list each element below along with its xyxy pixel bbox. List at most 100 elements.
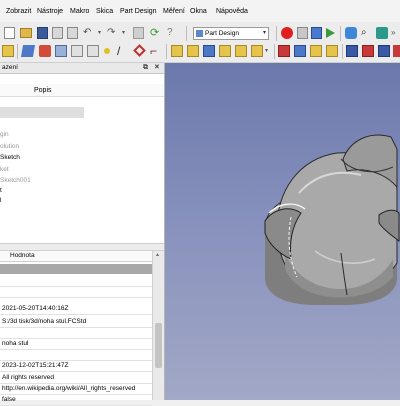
property-row-created-date[interactable]: 2021-05-20T14:40:16Z — [0, 303, 152, 315]
tree-item-sketch[interactable]: Sketch — [0, 154, 20, 162]
mirrored-icon[interactable] — [346, 45, 358, 57]
cut-icon[interactable] — [67, 27, 78, 39]
revolution-icon[interactable] — [187, 45, 199, 57]
tree-item-t[interactable]: t — [0, 187, 2, 195]
menu-napoveda[interactable]: Nápověda — [216, 7, 248, 16]
menu-nastroje[interactable]: Nástroje — [37, 7, 63, 16]
save-icon[interactable] — [37, 27, 48, 39]
tree-selected-row[interactable] — [0, 107, 84, 118]
menu-part-design[interactable]: Part Design — [120, 7, 157, 16]
toolbar-separator — [276, 26, 277, 41]
chevron-down-icon: ▾ — [262, 30, 266, 36]
pad-icon[interactable] — [171, 45, 183, 57]
validate-sketch-icon[interactable] — [55, 45, 67, 57]
local-coordinate-system-icon[interactable]: ⌐ — [150, 45, 162, 57]
menu-makro[interactable]: Makro — [70, 7, 89, 16]
undock-icon[interactable]: ⧉ — [143, 64, 148, 72]
new-document-icon[interactable] — [4, 27, 15, 39]
whats-this-icon[interactable]: ? — [167, 27, 179, 39]
datum-point-icon[interactable] — [104, 48, 110, 54]
toolbar-separator — [186, 26, 187, 41]
menu-skica[interactable]: Skica — [96, 7, 113, 16]
cut-tool-icon[interactable] — [133, 27, 144, 39]
tree-item-sketch001[interactable]: Sketch001 — [0, 177, 31, 185]
combo-view-panel: azení ⧉ ✕ Popis gin olution Sketch ket S… — [0, 63, 165, 406]
menu-mereni[interactable]: Měření — [163, 7, 185, 16]
macros-icon[interactable] — [297, 27, 308, 39]
menu-okna[interactable]: Okna — [190, 7, 207, 16]
shape-binder-icon[interactable] — [71, 45, 83, 57]
hodnota-header-label: Hodnota — [10, 252, 35, 259]
property-value: 2021-05-20T14:40:16Z — [2, 305, 69, 312]
panel-title: azení — [2, 64, 18, 71]
linear-pattern-icon[interactable] — [362, 45, 374, 57]
panel-splitter[interactable] — [0, 243, 164, 251]
hole-icon[interactable] — [294, 45, 306, 57]
tree-item-l[interactable]: l — [0, 197, 1, 205]
toolbar-separator — [166, 44, 167, 59]
property-value: 2023-12-02T15:21:47Z — [2, 362, 69, 369]
undo-icon[interactable]: ↶ — [83, 27, 95, 39]
property-group-row[interactable] — [0, 264, 152, 274]
redo-icon[interactable]: ↷ — [107, 27, 119, 39]
toolbar-separator — [342, 44, 343, 59]
subshape-binder-icon[interactable] — [87, 45, 99, 57]
open-folder-icon[interactable] — [20, 28, 32, 38]
3d-viewport[interactable] — [165, 63, 400, 400]
additive-helix-icon[interactable] — [235, 45, 247, 57]
panel-title-bar: azení ⧉ ✕ — [0, 63, 164, 74]
scrollbar-thumb[interactable] — [155, 323, 162, 368]
workbench-selector[interactable]: Part Design ▾ — [193, 27, 269, 40]
property-row[interactable] — [0, 286, 152, 298]
additive-primitive-dropdown-icon[interactable]: ▾ — [265, 45, 271, 57]
toolbar-area: ↶ ▾ ↷ ▾ ⟳ ? Part Design ▾ ⌕ » / ⌐ ▾ — [0, 22, 400, 63]
redo-dropdown-icon[interactable]: ▾ — [122, 27, 128, 39]
groove-icon[interactable] — [310, 45, 322, 57]
tree-column-header: Popis — [0, 84, 164, 97]
additive-loft-icon[interactable] — [203, 45, 215, 57]
sketch-icon[interactable] — [39, 45, 51, 57]
part-design-icon — [196, 30, 203, 37]
additive-primitive-icon[interactable] — [251, 45, 263, 57]
close-icon[interactable]: ✕ — [154, 64, 160, 72]
polar-pattern-icon[interactable] — [378, 45, 390, 57]
macro-play-icon[interactable] — [326, 28, 335, 38]
property-value: http://en.wikipedia.org/wiki/All_rights_… — [2, 385, 136, 392]
workbench-label: Part Design — [205, 30, 239, 37]
property-row-last-modified-date[interactable]: 2023-12-02T15:21:47Z — [0, 360, 152, 372]
menu-bar: Zobrazit Nástroje Makro Skica Part Desig… — [0, 0, 400, 22]
macro-edit-icon[interactable] — [311, 27, 322, 39]
subtractive-loft-icon[interactable] — [326, 45, 338, 57]
toolbar-separator — [340, 26, 341, 41]
property-value: false — [2, 396, 16, 403]
property-scrollbar[interactable]: ▲ — [152, 251, 164, 400]
draw-style-icon[interactable] — [376, 27, 388, 39]
body-icon[interactable] — [20, 45, 36, 57]
datum-plane-icon[interactable] — [133, 44, 146, 57]
tree-item-origin[interactable]: gin — [0, 131, 9, 139]
pocket-icon[interactable] — [278, 45, 290, 57]
toolbar-extension-icon[interactable]: » — [391, 27, 400, 39]
property-value: S:/3d tisk/3d/noha stul.FCStd — [2, 318, 87, 325]
menu-zobrazit[interactable]: Zobrazit — [6, 7, 31, 16]
save-as-icon[interactable] — [52, 27, 63, 39]
refresh-icon[interactable]: ⟳ — [150, 27, 162, 39]
tree-item-revolution[interactable]: olution — [0, 143, 19, 151]
property-header: Hodnota — [0, 251, 152, 262]
tree-item-pocket[interactable]: ket — [0, 166, 9, 174]
zoom-icon[interactable]: ⌕ — [361, 27, 373, 39]
property-value: noha stul — [2, 340, 29, 347]
multitransform-icon[interactable] — [393, 45, 400, 57]
part-icon[interactable] — [2, 45, 14, 57]
undo-dropdown-icon[interactable]: ▾ — [98, 27, 104, 39]
fit-all-icon[interactable] — [345, 27, 357, 39]
macro-record-icon[interactable] — [281, 27, 293, 39]
scroll-up-icon[interactable]: ▲ — [155, 252, 160, 258]
model-render — [264, 134, 400, 305]
datum-line-icon[interactable]: / — [117, 45, 130, 57]
property-value: All rights reserved — [2, 374, 55, 381]
property-row-boolean[interactable]: false — [0, 394, 152, 406]
popis-header-label: Popis — [34, 87, 52, 94]
additive-pipe-icon[interactable] — [219, 45, 231, 57]
toolbar-separator — [17, 44, 18, 59]
